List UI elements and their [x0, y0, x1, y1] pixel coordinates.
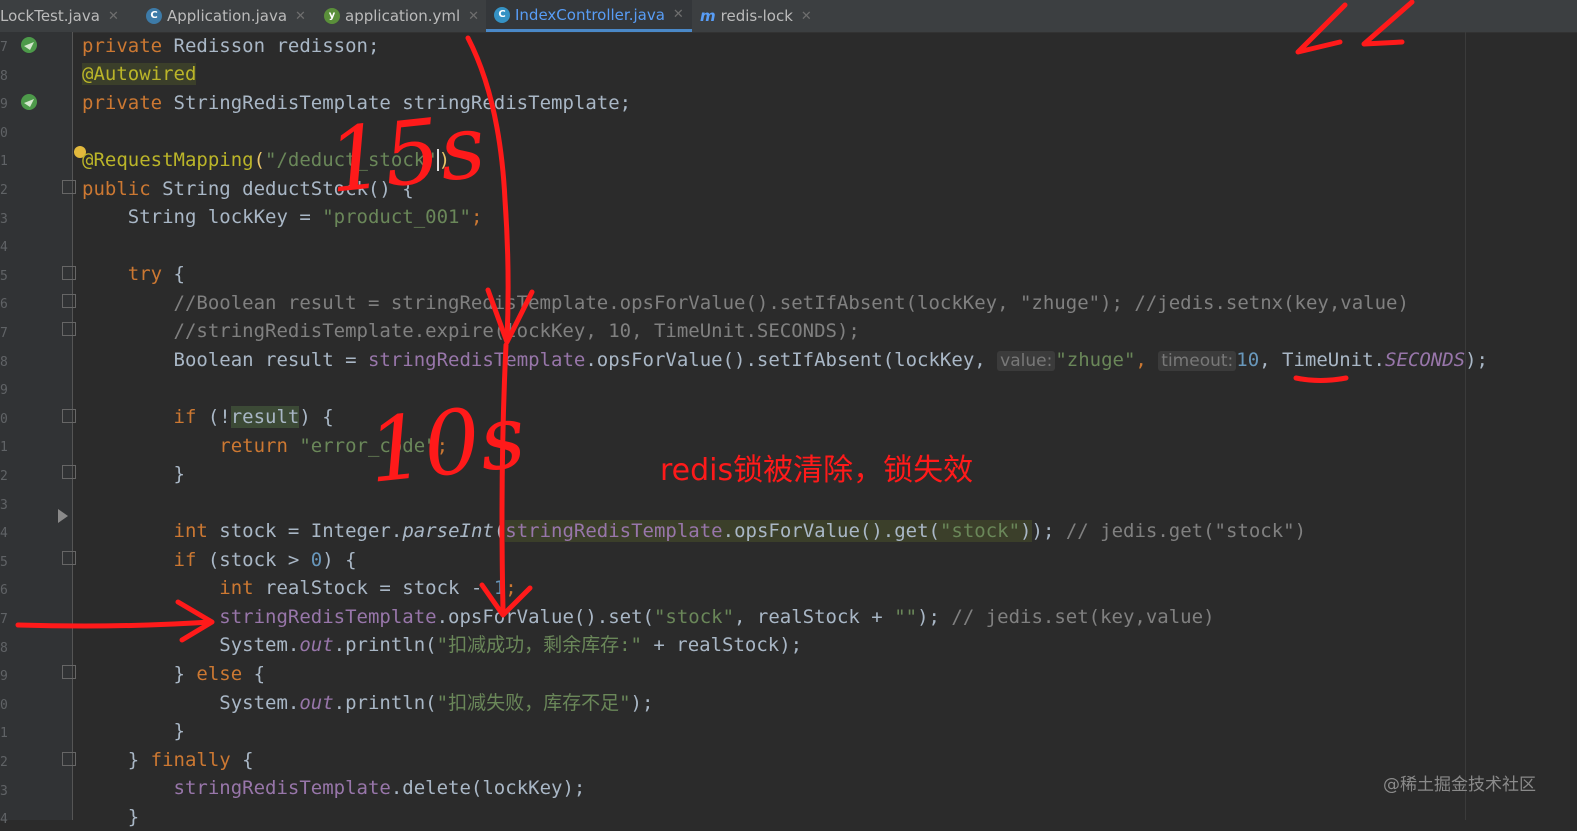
handwritten-time-15s: 15s	[322, 94, 491, 213]
handwritten-arrowhead	[479, 582, 533, 618]
handwritten-underline	[1293, 375, 1349, 383]
handwritten-annotation-layer	[15, 0, 1415, 643]
annotation-note: redis锁被清除，锁失效	[660, 453, 974, 488]
watermark: @稀土掘金技术社区	[1383, 775, 1536, 795]
handwritten-time-10s: 10s	[362, 384, 531, 503]
handwritten-arrow	[1361, 0, 1415, 47]
handwritten-arrow	[1295, 2, 1348, 55]
handwritten-arrow	[15, 619, 213, 629]
